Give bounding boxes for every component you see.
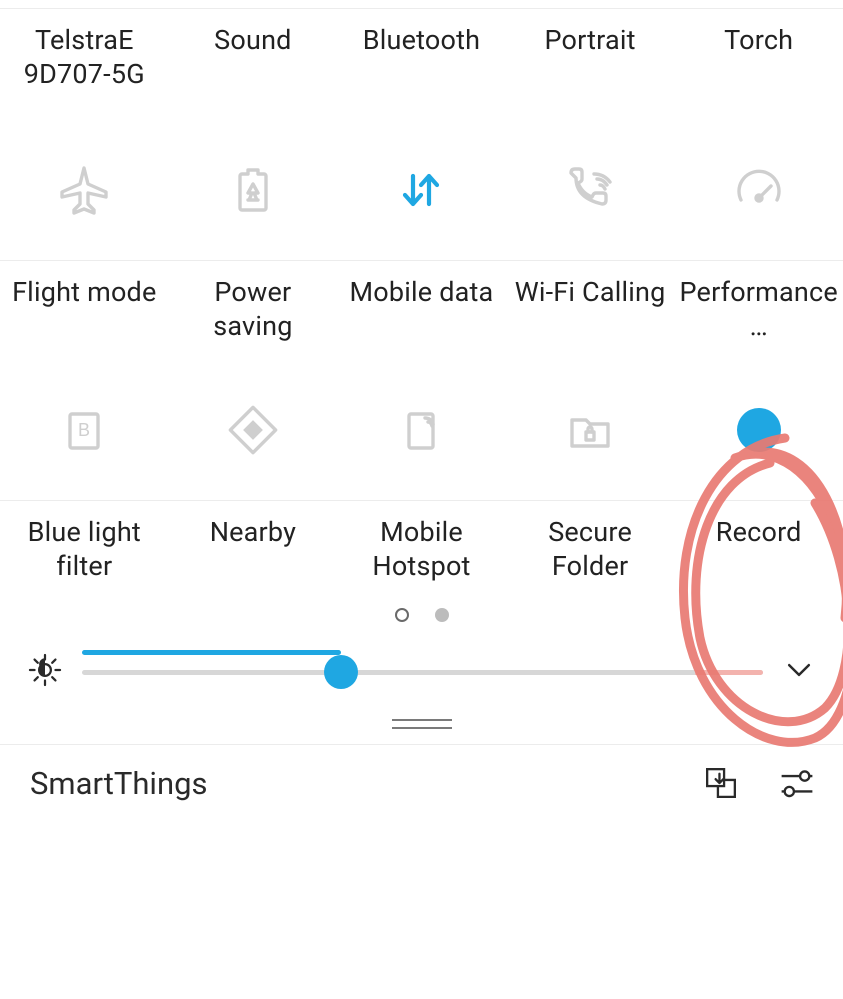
tile-hotspot[interactable] (337, 360, 506, 500)
speedometer-icon (733, 164, 785, 216)
drag-handle-icon (392, 719, 452, 729)
brightness-row (0, 634, 843, 704)
blue-light-filter-icon: B (58, 404, 110, 456)
svg-text:B: B (78, 420, 90, 440)
tile-performance-label-cell[interactable]: Performance… (674, 260, 843, 360)
tile-record-label-cell[interactable]: Record (674, 500, 843, 600)
tile-record[interactable] (674, 360, 843, 500)
tile-portrait[interactable]: Portrait (506, 8, 675, 120)
nearby-icon (227, 404, 279, 456)
tile-wificalling-label: Wi-Fi Calling (515, 275, 666, 309)
tile-nearby-label: Nearby (210, 515, 296, 549)
page-dot-2[interactable] (435, 608, 449, 622)
expand-brightness-button[interactable] (783, 654, 815, 690)
tile-power-label-cell[interactable]: Power saving (169, 260, 338, 360)
quick-settings-row-1-labels: TelstraE 9D707-5G Sound Bluetooth Portra… (0, 8, 843, 120)
brightness-thumb[interactable] (324, 655, 358, 689)
panel-drag-handle[interactable] (0, 704, 843, 744)
secure-folder-icon (564, 404, 616, 456)
brightness-track (82, 670, 763, 675)
tile-sound[interactable]: Sound (169, 8, 338, 120)
tile-flight-label-cell[interactable]: Flight mode (0, 260, 169, 360)
tile-secure-label-cell[interactable]: Secure Folder (506, 500, 675, 600)
tile-hotspot-label-cell[interactable]: Mobile Hotspot (337, 500, 506, 600)
tile-performance-label: Performance… (678, 275, 839, 343)
quick-settings-row-3-labels: Blue light filter Nearby Mobile Hotspot … (0, 500, 843, 600)
brightness-slider[interactable] (82, 650, 763, 694)
bottom-title[interactable]: SmartThings (30, 765, 208, 802)
quick-settings-row-3-icons: B (0, 360, 843, 500)
tile-power-label: Power saving (173, 275, 334, 343)
tile-flight-label: Flight mode (12, 275, 156, 309)
settings-sliders-button[interactable] (777, 763, 817, 803)
tile-mobiledata[interactable] (337, 120, 506, 260)
bottom-bar: SmartThings (0, 745, 843, 811)
brightness-fill (82, 650, 341, 655)
page-indicator[interactable] (0, 608, 843, 622)
brightness-overbright-zone (695, 670, 763, 675)
tile-hotspot-label: Mobile Hotspot (341, 515, 502, 583)
tile-torch[interactable]: Torch (674, 8, 843, 120)
tile-mobiledata-label: Mobile data (350, 275, 494, 309)
tile-wificalling[interactable] (506, 120, 675, 260)
data-arrows-icon (395, 164, 447, 216)
tile-record-label: Record (716, 515, 802, 549)
tile-secure-label: Secure Folder (510, 515, 671, 583)
tile-nearby[interactable] (169, 360, 338, 500)
phone-wifi-icon (564, 164, 616, 216)
page-dot-1[interactable] (395, 608, 409, 622)
tile-bluelight[interactable]: B (0, 360, 169, 500)
tile-wifi-label: TelstraE 9D707-5G (4, 23, 165, 91)
tile-portrait-label: Portrait (544, 23, 635, 57)
tile-bluelight-label-cell[interactable]: Blue light filter (0, 500, 169, 600)
tile-torch-label: Torch (724, 23, 793, 57)
mobile-hotspot-icon (395, 404, 447, 456)
tile-bluetooth[interactable]: Bluetooth (337, 8, 506, 120)
tile-performance[interactable] (674, 120, 843, 260)
tile-flight[interactable] (0, 120, 169, 260)
quick-settings-row-2-labels: Flight mode Power saving Mobile data Wi-… (0, 260, 843, 360)
battery-recycle-icon (227, 164, 279, 216)
tile-mobiledata-label-cell[interactable]: Mobile data (337, 260, 506, 360)
record-icon (733, 404, 785, 456)
brightness-icon (28, 653, 62, 691)
tile-power[interactable] (169, 120, 338, 260)
tile-bluetooth-label: Bluetooth (363, 23, 480, 57)
tile-sound-label: Sound (214, 23, 291, 57)
reorder-tiles-button[interactable] (701, 763, 741, 803)
airplane-icon (58, 164, 110, 216)
tile-secure[interactable] (506, 360, 675, 500)
tile-wifi[interactable]: TelstraE 9D707-5G (0, 8, 169, 120)
quick-settings-row-2-icons (0, 120, 843, 260)
tile-wificalling-label-cell[interactable]: Wi-Fi Calling (506, 260, 675, 360)
tile-bluelight-label: Blue light filter (4, 515, 165, 583)
tile-nearby-label-cell[interactable]: Nearby (169, 500, 338, 600)
